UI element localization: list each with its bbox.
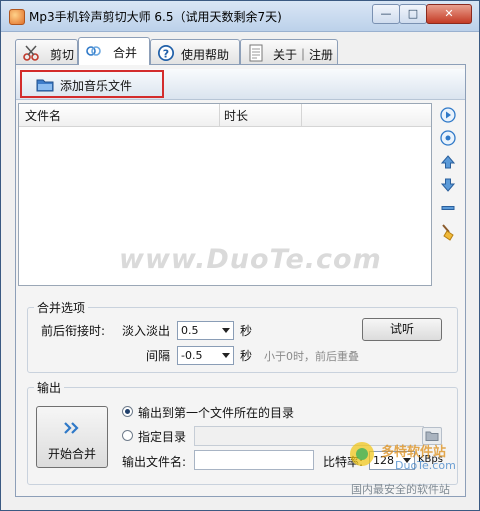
- site-watermark: 多特软件站 DuoTe.com 国内最安全的软件站: [347, 439, 477, 499]
- merge-panel: 添加音乐文件 文件名 时长 www.DuoTe.com 合并选项 前后衔接时: …: [15, 64, 466, 497]
- tab-about-label: 关于｜注册: [273, 48, 334, 62]
- double-chevron-icon: [64, 422, 79, 434]
- radio-custom-dir-label[interactable]: 指定目录: [138, 428, 186, 445]
- add-music-label: 添加音乐文件: [60, 79, 133, 93]
- stop-icon[interactable]: [439, 129, 457, 147]
- gap-value: -0.5: [181, 349, 203, 362]
- folder-icon: [36, 79, 54, 92]
- radio-first-dir[interactable]: [122, 406, 133, 417]
- merge-options-group: 合并选项 前后衔接时: 淡入淡出 0.5 秒 间隔 -0.5 秒 小于0时，前后…: [27, 299, 458, 373]
- move-down-icon[interactable]: [439, 176, 457, 194]
- gap-unit: 秒: [240, 349, 253, 363]
- maximize-button[interactable]: □: [399, 4, 427, 24]
- chevron-down-icon: [222, 353, 230, 358]
- column-divider[interactable]: [301, 104, 302, 126]
- tab-about[interactable]: 关于｜注册: [240, 39, 338, 64]
- gap-select[interactable]: -0.5: [177, 346, 234, 365]
- gap-hint: 小于0时，前后重叠: [264, 350, 359, 363]
- remove-icon[interactable]: [439, 199, 457, 217]
- tab-help-label: 使用帮助: [181, 48, 230, 62]
- chevron-down-icon: [222, 328, 230, 333]
- badge-logo-icon: [350, 442, 374, 466]
- filename-label: 输出文件名:: [122, 455, 187, 469]
- watermark-text: www.DuoTe.com: [119, 244, 382, 275]
- move-up-icon[interactable]: [439, 153, 457, 171]
- start-merge-label: 开始合并: [47, 447, 96, 461]
- fade-select[interactable]: 0.5: [177, 321, 234, 340]
- column-duration[interactable]: 时长: [224, 107, 248, 124]
- radio-custom-dir[interactable]: [122, 430, 133, 441]
- column-divider[interactable]: [219, 104, 220, 126]
- fade-unit: 秒: [240, 324, 253, 338]
- minimize-button[interactable]: —: [372, 4, 400, 24]
- radio-first-dir-label[interactable]: 输出到第一个文件所在的目录: [138, 404, 294, 421]
- badge-brand: 多特软件站: [381, 445, 447, 460]
- fade-label: 淡入淡出: [122, 324, 171, 338]
- file-list[interactable]: 文件名 时长 www.DuoTe.com: [18, 103, 432, 286]
- title-bar[interactable]: Mp3手机铃声剪切大师 6.5（试用天数剩余7天) — □ ✕: [1, 1, 479, 32]
- clear-broom-icon[interactable]: [439, 223, 457, 241]
- output-title: 输出: [34, 379, 65, 396]
- listen-button[interactable]: 试听: [362, 318, 442, 341]
- document-icon: [249, 44, 263, 62]
- merge-options-title: 合并选项: [34, 299, 89, 316]
- play-icon[interactable]: [439, 106, 457, 124]
- radio-selected-dot: [125, 409, 130, 414]
- filename-input[interactable]: [194, 450, 314, 470]
- tab-cut-label: 剪切: [50, 48, 75, 62]
- badge-slogan: 国内最安全的软件站: [351, 483, 450, 496]
- join-label: 前后衔接时:: [41, 324, 106, 338]
- badge-url: DuoTe.com: [395, 459, 456, 472]
- start-merge-button[interactable]: 开始合并: [36, 406, 108, 468]
- toolbar: 添加音乐文件: [16, 69, 465, 100]
- window-title: Mp3手机铃声剪切大师 6.5（试用天数剩余7天): [29, 10, 282, 24]
- add-music-button[interactable]: 添加音乐文件: [20, 70, 164, 98]
- svg-text:?: ?: [163, 47, 169, 60]
- merge-icon: [86, 46, 101, 56]
- file-list-header: 文件名 时长: [19, 104, 431, 127]
- tab-help[interactable]: ? 使用帮助: [150, 39, 240, 64]
- scissors-icon: [23, 45, 39, 61]
- app-window: Mp3手机铃声剪切大师 6.5（试用天数剩余7天) — □ ✕ 剪切 合并 ? …: [0, 0, 480, 511]
- tab-cut[interactable]: 剪切: [15, 39, 78, 64]
- close-button[interactable]: ✕: [426, 4, 472, 24]
- column-filename[interactable]: 文件名: [25, 107, 61, 124]
- app-icon: [9, 9, 25, 25]
- tab-merge[interactable]: 合并: [78, 37, 150, 65]
- gap-label: 间隔: [146, 349, 171, 363]
- fade-value: 0.5: [181, 324, 199, 337]
- tab-merge-label: 合并: [113, 46, 138, 60]
- help-icon: ?: [158, 45, 174, 61]
